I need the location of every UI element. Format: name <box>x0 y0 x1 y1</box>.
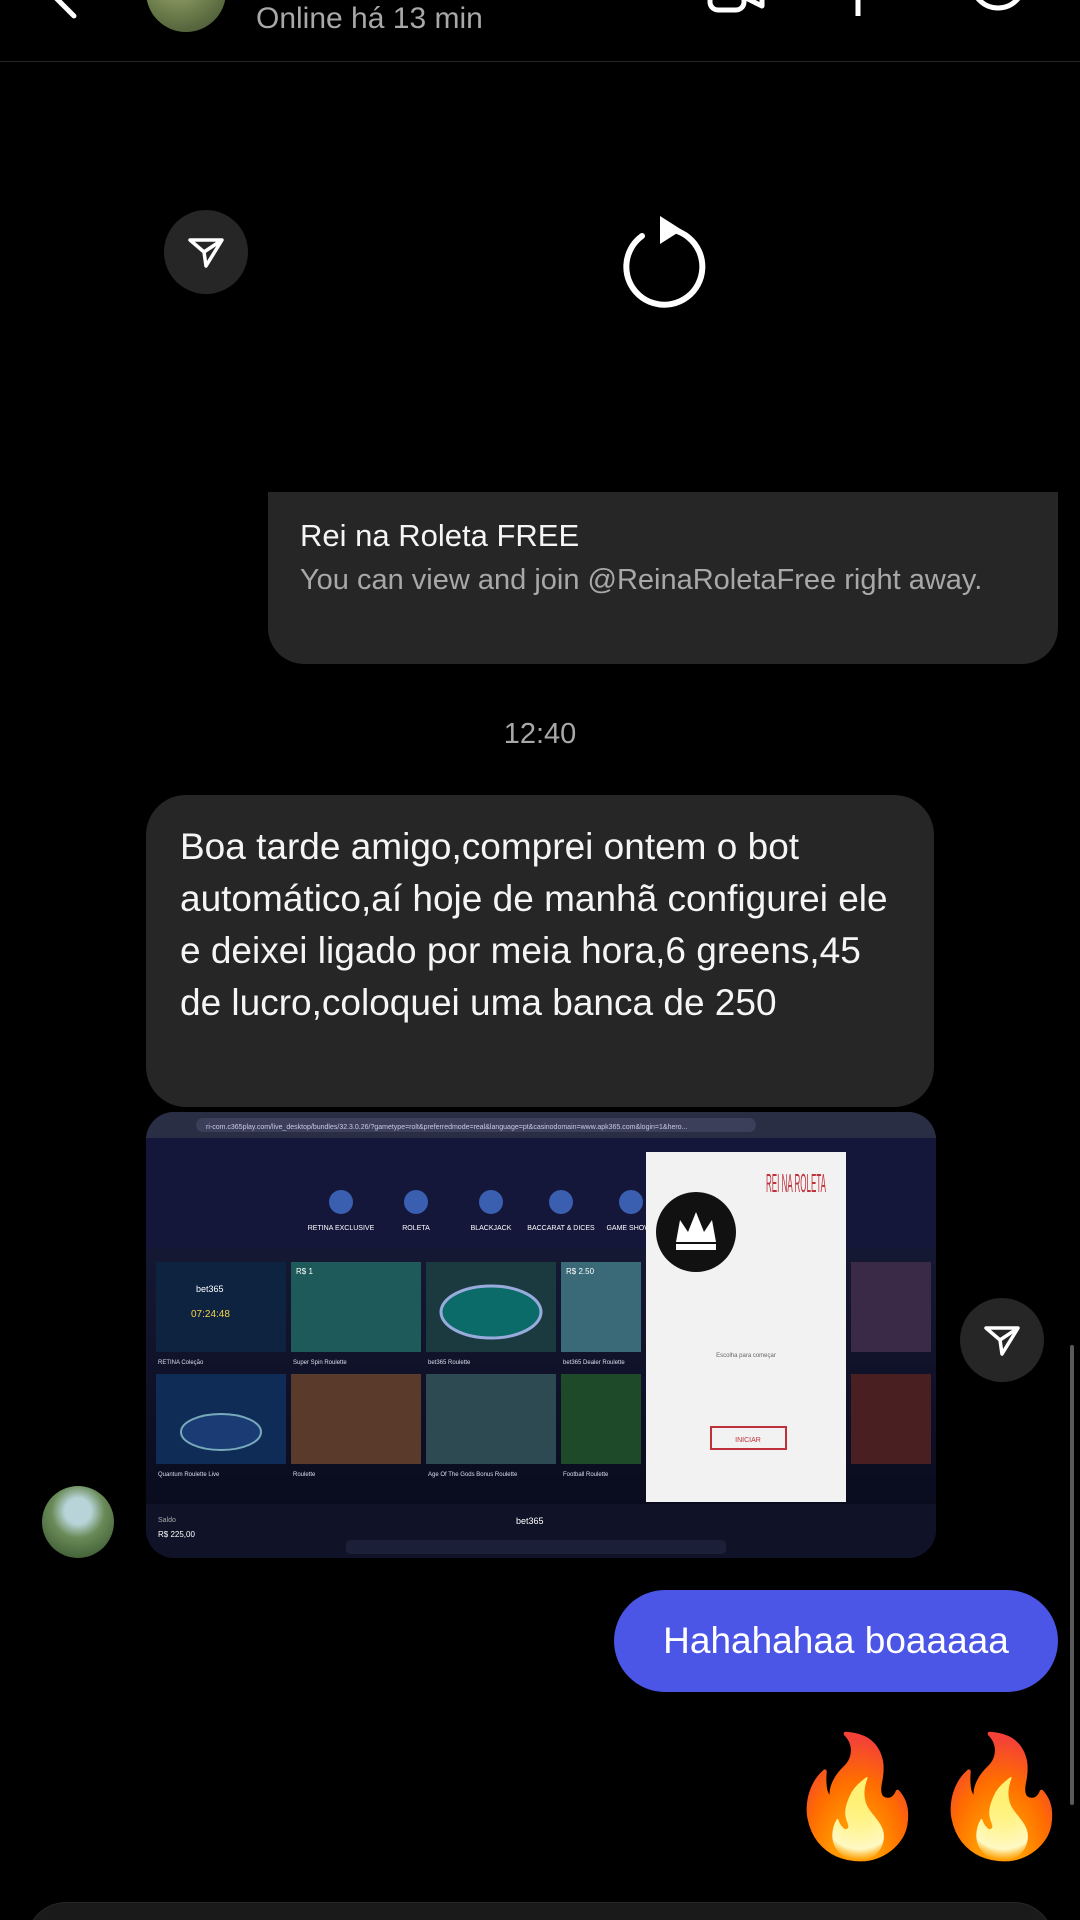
balance-value: R$ 225,00 <box>158 1530 195 1539</box>
outgoing-message[interactable]: Hahahahaa boaaaaa <box>614 1590 1058 1692</box>
popup-caption: Escolha para começar <box>716 1353 776 1359</box>
tile-label: bet365 Roulette <box>428 1360 471 1366</box>
fire-emoji[interactable]: 🔥 <box>928 1738 1075 1856</box>
fire-emoji[interactable]: 🔥 <box>784 1738 931 1856</box>
tile-label: RETINA Coleção <box>158 1360 204 1366</box>
countdown: 07:24:48 <box>191 1309 230 1320</box>
reload-icon[interactable] <box>612 212 712 312</box>
message-timestamp: 12:40 <box>503 718 577 750</box>
back-arrow-icon[interactable] <box>40 0 100 30</box>
casino-screenshot-photo: ri-com.c365play.com/live_desktop/bundles… <box>146 1112 936 1558</box>
category-label: RETINA EXCLUSIVE <box>308 1225 375 1232</box>
price-badge: R$ 1 <box>296 1267 313 1276</box>
sender-avatar[interactable] <box>42 1486 114 1558</box>
flag-icon[interactable] <box>848 0 908 18</box>
link-title: Rei na Roleta FREE <box>300 518 580 553</box>
category-label: BACCARAT & DICES <box>527 1225 595 1232</box>
contact-avatar[interactable] <box>146 0 226 32</box>
share-image-button[interactable] <box>960 1298 1044 1382</box>
tile-label: Age Of The Gods Bonus Roulette <box>428 1472 518 1478</box>
info-icon[interactable] <box>968 0 1028 18</box>
popup-button: INICIAR <box>735 1437 761 1444</box>
message-composer[interactable] <box>26 1902 1054 1920</box>
online-status: Online há 13 min <box>256 2 483 35</box>
popup-brand: REI NA ROLETA <box>766 1168 826 1198</box>
incoming-message[interactable]: Boa tarde amigo,comprei ontem o bot auto… <box>146 795 934 1107</box>
browser-url: ri-com.c365play.com/live_desktop/bundles… <box>206 1124 687 1131</box>
paper-plane-icon <box>188 238 224 268</box>
footer-brand: bet365 <box>516 1516 544 1526</box>
tile-label: Super Spin Roulette <box>293 1360 347 1366</box>
tile-brand: bet365 <box>196 1284 224 1294</box>
video-call-icon[interactable] <box>706 0 766 18</box>
tile-label: bet365 Dealer Roulette <box>563 1360 625 1366</box>
chat-header: Online há 13 min <box>0 0 1080 62</box>
tile-label: Football Roulette <box>563 1472 609 1478</box>
balance-label: Saldo <box>158 1517 176 1524</box>
image-message[interactable]: ri-com.c365play.com/live_desktop/bundles… <box>146 1112 936 1558</box>
shared-link-card[interactable]: Rei na Roleta FREE You can view and join… <box>268 492 1058 664</box>
paper-plane-icon <box>984 1326 1020 1356</box>
category-label: BLACKJACK <box>471 1225 512 1232</box>
scrollbar[interactable] <box>1070 1345 1074 1805</box>
tile-label: Quantum Roulette Live <box>158 1472 220 1478</box>
category-label: ROLETA <box>402 1225 430 1232</box>
share-button[interactable] <box>164 210 248 294</box>
link-description: You can view and join @ReinaRoletaFree r… <box>300 564 983 596</box>
dm-conversation-screen: Online há 13 min Rei na Roleta FREE You … <box>0 0 1080 1920</box>
tile-label: Roulette <box>293 1472 316 1478</box>
price-badge: R$ 2.50 <box>566 1267 595 1276</box>
